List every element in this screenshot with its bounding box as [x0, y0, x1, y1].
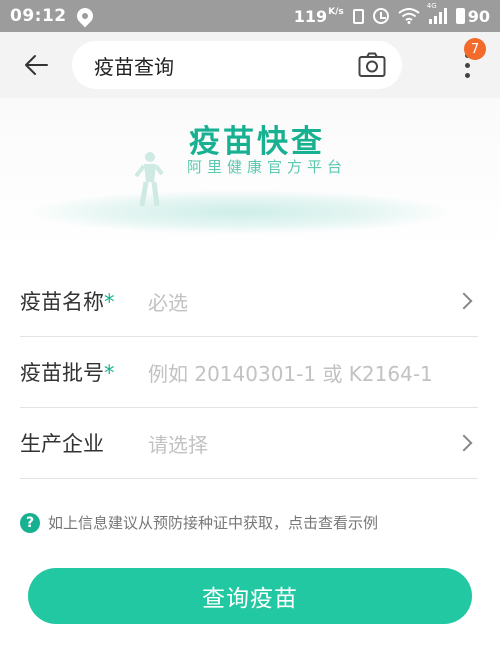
field-label-text: 疫苗批号: [20, 361, 104, 385]
vaccine-name-field[interactable]: 疫苗名称* 必选: [20, 266, 478, 337]
required-mark: *: [104, 361, 115, 385]
hint-text: 如上信息建议从预防接种证中获取，点击查看示例: [48, 514, 379, 532]
back-button[interactable]: [0, 32, 72, 98]
camera-icon[interactable]: [358, 52, 386, 78]
wifi-icon: [398, 8, 420, 24]
query-vaccine-button[interactable]: 查询疫苗: [28, 568, 472, 624]
network-speed-value: 119: [293, 6, 328, 26]
dot-icon: [464, 62, 470, 68]
help-icon: ?: [20, 512, 40, 533]
manufacturer-field[interactable]: 生产企业 请选择: [20, 408, 478, 479]
notification-badge: 7: [464, 38, 486, 60]
query-form: 疫苗名称* 必选 疫苗批号* 例如 20140301-1 或 K2164-1 生…: [20, 266, 478, 479]
required-mark: *: [104, 290, 115, 314]
field-label: 疫苗批号*: [20, 357, 148, 387]
network-speed: 119K/s: [294, 7, 344, 26]
battery: 90: [455, 6, 490, 26]
banner-ground-decoration: [30, 190, 450, 234]
network-speed-unit: K/s: [328, 6, 344, 17]
arrow-left-icon: [25, 55, 48, 75]
search-box[interactable]: 疫苗查询: [72, 41, 402, 89]
page-title: 疫苗查询: [94, 54, 174, 79]
alarm-icon: [372, 8, 389, 24]
vibrate-icon: [352, 8, 364, 24]
status-bar: 09:12 119K/s 4G 90: [0, 0, 500, 32]
field-label-text: 生产企业: [20, 432, 104, 456]
status-icons: 119K/s 4G 90: [294, 2, 490, 26]
vaccine-name-placeholder: 必选: [148, 290, 188, 315]
clock: 09:12: [10, 6, 67, 26]
location-icon: [73, 4, 96, 28]
manufacturer-placeholder: 请选择: [148, 432, 208, 457]
field-label-text: 疫苗名称: [20, 290, 104, 314]
batch-number-field[interactable]: 疫苗批号* 例如 20140301-1 或 K2164-1: [20, 337, 478, 408]
signal-icon: 4G: [427, 2, 447, 24]
network-type: 4G: [426, 2, 437, 10]
example-hint[interactable]: ? 如上信息建议从预防接种证中获取，点击查看示例: [20, 512, 378, 533]
banner-subtitle: 阿里健康官方平台: [186, 158, 347, 176]
battery-level: 90: [467, 6, 490, 26]
banner-title: 疫苗快查: [189, 124, 325, 160]
field-label: 疫苗名称*: [20, 286, 148, 316]
field-label: 生产企业: [20, 428, 148, 458]
batch-number-input[interactable]: 例如 20140301-1 或 K2164-1: [148, 358, 478, 387]
battery-icon: [455, 8, 465, 24]
dot-icon: [464, 72, 470, 78]
app-header: 疫苗查询 7: [0, 32, 500, 98]
banner: 疫苗快查 阿里健康官方平台: [0, 98, 500, 248]
